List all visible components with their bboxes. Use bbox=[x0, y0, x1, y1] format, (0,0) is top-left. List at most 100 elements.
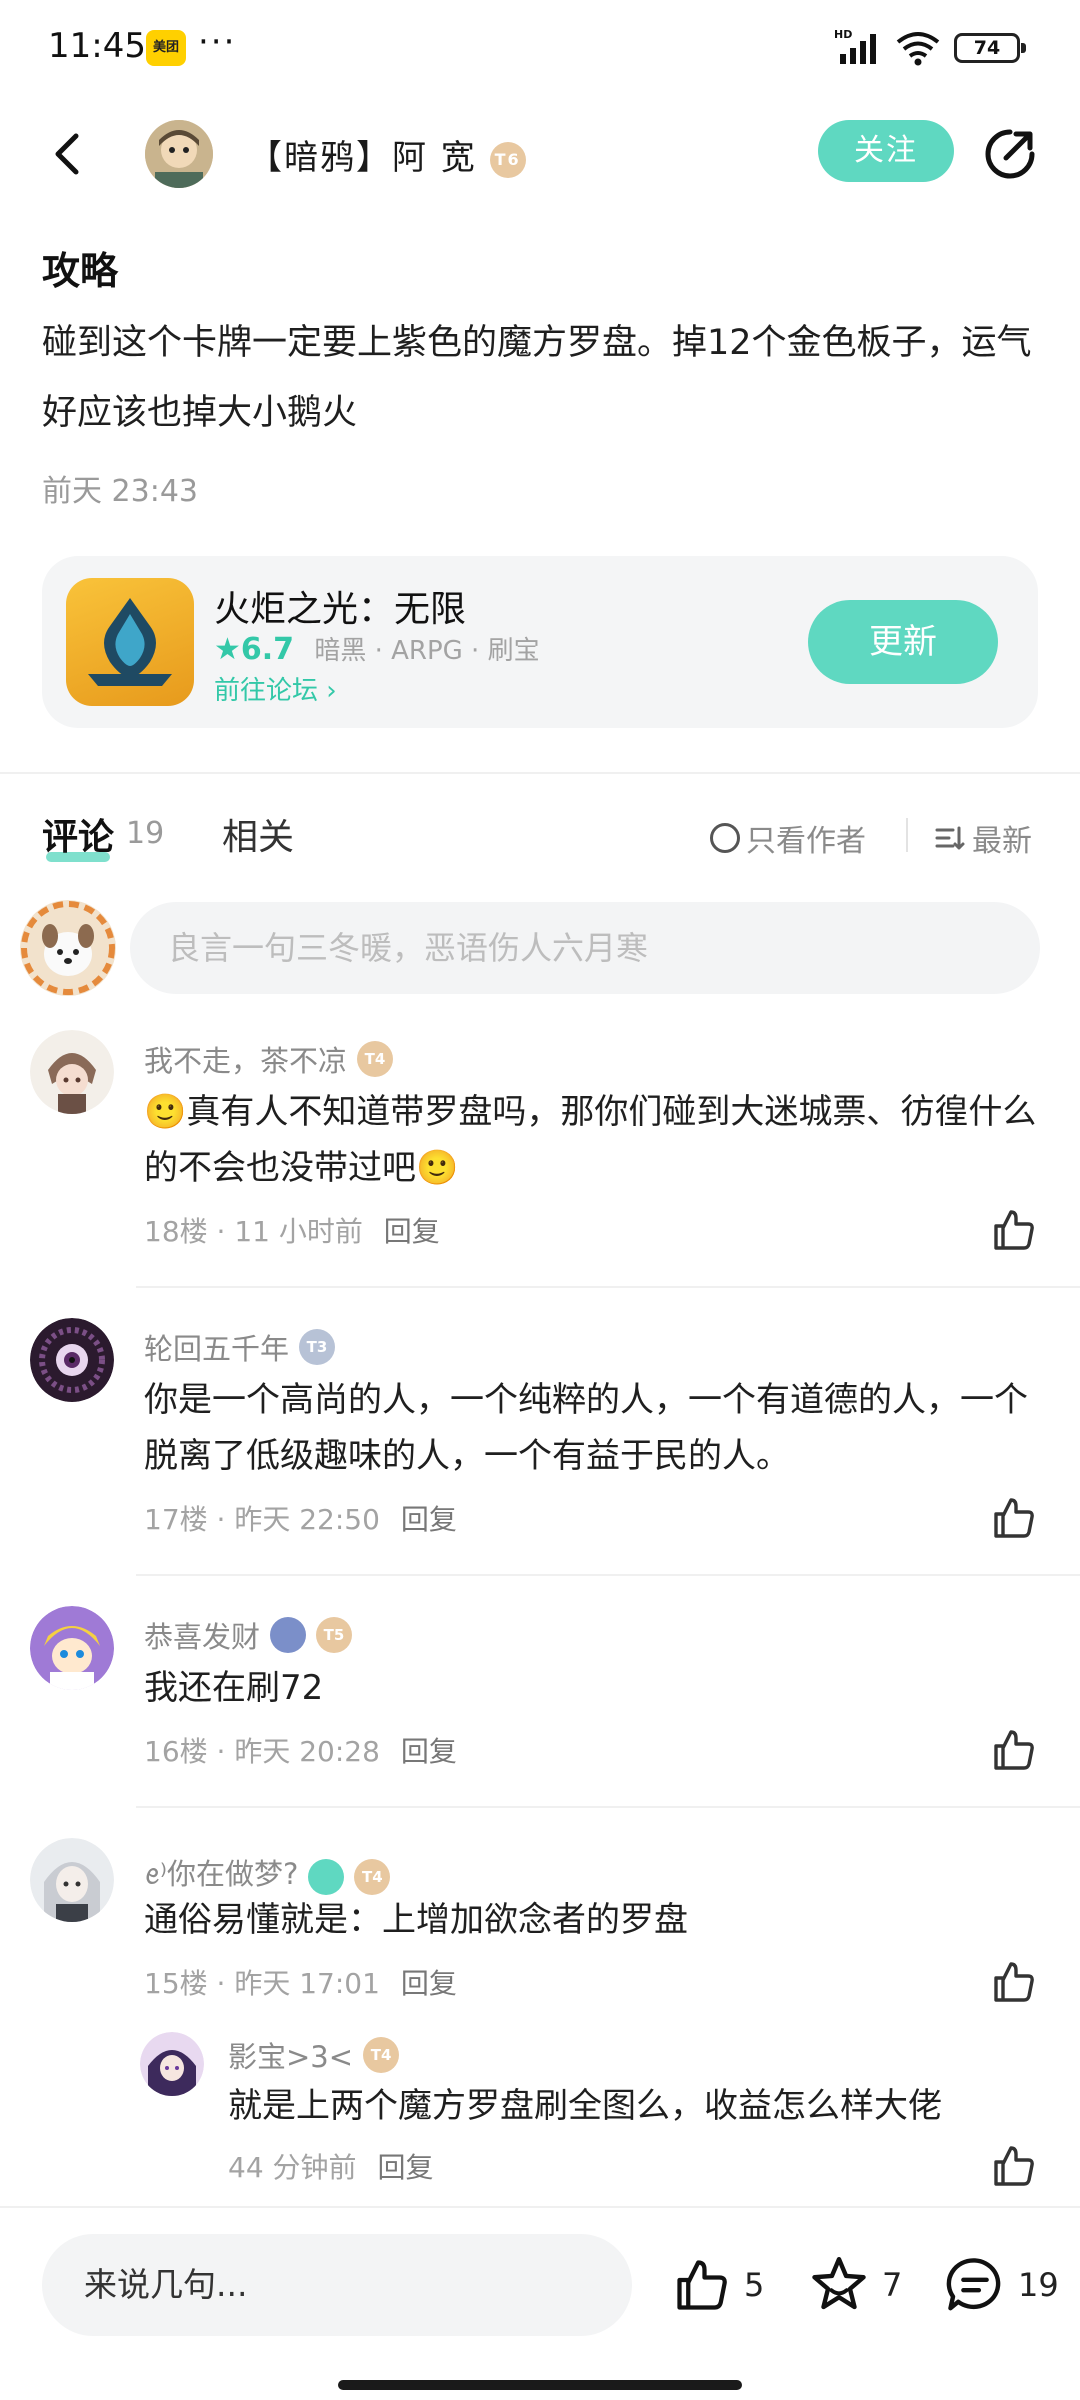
replier-avatar[interactable] bbox=[140, 2032, 204, 2096]
status-bar: 11:45 美团 ··· HD 74 bbox=[0, 0, 1080, 96]
author-name-text: 【暗鸦】阿 宽 bbox=[248, 138, 477, 178]
tab-comments-count: 19 bbox=[126, 816, 165, 851]
like-icon[interactable] bbox=[990, 1494, 1038, 1542]
my-avatar bbox=[20, 900, 116, 996]
like-count: 5 bbox=[744, 2266, 765, 2304]
commenter-name-text: 我不走，茶不凉 bbox=[144, 1044, 348, 1078]
reply-button[interactable]: 回复 bbox=[377, 2151, 433, 2184]
reply-button[interactable]: 回复 bbox=[401, 1503, 457, 1536]
sort-latest-button[interactable]: 最新 bbox=[934, 816, 1032, 860]
comment-floor-time: 15楼 · 昨天 17:01 bbox=[144, 1967, 380, 2000]
game-tags: 暗黑 · ARPG · 刷宝 bbox=[314, 636, 540, 666]
comment-text: 🙂真有人不知道带罗盘吗，那你们碰到大迷城票、彷徨什么的不会也没带过吧🙂 bbox=[144, 1092, 1037, 1188]
game-icon bbox=[66, 578, 194, 706]
star-icon bbox=[812, 2256, 866, 2310]
like-icon[interactable] bbox=[990, 1206, 1038, 1254]
tab-comments[interactable]: 评论 bbox=[42, 808, 114, 860]
section-divider bbox=[0, 772, 1080, 774]
reply-time: 44 分钟前 bbox=[228, 2151, 357, 2184]
comment-floor-time: 16楼 · 昨天 20:28 bbox=[144, 1735, 380, 1768]
hd-label: HD bbox=[834, 28, 853, 41]
comment-input[interactable] bbox=[130, 902, 1040, 994]
favorite-post-button[interactable]: 7 bbox=[808, 2252, 902, 2318]
follow-button[interactable]: 关注 bbox=[818, 120, 954, 182]
game-rating: ★6.7 bbox=[214, 632, 295, 667]
comment-item: 轮回五千年 T3 你是一个高尚的人，一个纯粹的人，一个有道德的人，一个脱离了低级… bbox=[0, 1318, 1080, 1578]
comment-count: 19 bbox=[1018, 2266, 1059, 2304]
level-badge: T4 bbox=[357, 1041, 394, 1077]
tab-separator bbox=[906, 818, 908, 852]
like-icon[interactable] bbox=[990, 1726, 1038, 1774]
update-button[interactable]: 更新 bbox=[808, 600, 998, 684]
comment-floor-time: 17楼 · 昨天 22:50 bbox=[144, 1503, 380, 1536]
meituan-app-icon: 美团 bbox=[146, 30, 186, 66]
only-author-toggle[interactable]: 只看作者 bbox=[710, 816, 866, 860]
status-time: 11:45 bbox=[48, 26, 146, 66]
say-something-input[interactable]: 来说几句... bbox=[42, 2234, 632, 2336]
battery-icon: 74 bbox=[954, 33, 1026, 63]
author-name[interactable]: 【暗鸦】阿 宽 T6 bbox=[248, 130, 526, 179]
replier-name-text: 影宝>3< bbox=[228, 2040, 354, 2074]
sub-reply-item: 影宝>3< T4 就是上两个魔方罗盘刷全图么，收益怎么样大佬 44 分钟前 回复 bbox=[0, 2030, 1080, 2200]
go-to-forum-link[interactable]: 前往论坛 › bbox=[214, 670, 337, 707]
comment-tabs: 评论 19 相关 只看作者 最新 bbox=[0, 804, 1080, 868]
status-indicators: HD 74 bbox=[834, 28, 1026, 68]
comment-divider bbox=[136, 1806, 1080, 1808]
commenter-name-text: 轮回五千年 bbox=[144, 1332, 290, 1366]
level-badge: T5 bbox=[316, 1617, 353, 1653]
status-more-icon: ··· bbox=[198, 22, 237, 62]
wifi-icon bbox=[896, 32, 940, 66]
thumbs-medal-icon bbox=[270, 1617, 307, 1653]
bottom-action-bar: 来说几句... 5 7 19 bbox=[0, 2206, 1080, 2400]
home-indicator[interactable] bbox=[338, 2380, 742, 2390]
author-level-badge: T6 bbox=[489, 141, 526, 178]
reply-button[interactable]: 回复 bbox=[384, 1215, 440, 1248]
comment-meta: 18楼 · 11 小时前 回复 bbox=[144, 1210, 440, 1250]
share-icon[interactable] bbox=[982, 126, 1038, 182]
post-tag: 攻略 bbox=[42, 249, 119, 293]
author-avatar[interactable] bbox=[145, 120, 213, 188]
commenter-name-text: 恭喜发财 bbox=[144, 1620, 261, 1654]
game-card[interactable]: 火炬之光：无限 ★6.7 暗黑 · ARPG · 刷宝 前往论坛 › 更新 bbox=[42, 556, 1038, 728]
like-post-button[interactable]: 5 bbox=[672, 2252, 764, 2318]
comment-meta: 16楼 · 昨天 20:28 回复 bbox=[144, 1730, 457, 1770]
comment-text: 通俗易懂就是：上增加欲念者的罗盘 bbox=[144, 1900, 688, 1940]
back-icon[interactable] bbox=[42, 126, 98, 182]
reply-button[interactable]: 回复 bbox=[401, 1967, 457, 2000]
commenter-name[interactable]: 恭喜发财 T5 bbox=[144, 1614, 353, 1656]
like-icon[interactable] bbox=[990, 1958, 1038, 2006]
comment-text: 你是一个高尚的人，一个纯粹的人，一个有道德的人，一个脱离了低级趣味的人，一个有益… bbox=[144, 1380, 1028, 1476]
reply-meta: 44 分钟前 回复 bbox=[228, 2146, 433, 2186]
commenter-avatar[interactable] bbox=[30, 1030, 114, 1114]
comment-divider bbox=[136, 1286, 1080, 1288]
level-badge: T4 bbox=[363, 2037, 400, 2073]
comment-meta: 15楼 · 昨天 17:01 回复 bbox=[144, 1962, 457, 2002]
tab-related[interactable]: 相关 bbox=[222, 808, 294, 860]
commenter-avatar[interactable] bbox=[30, 1318, 114, 1402]
post-body: 碰到这个卡牌一定要上紫色的魔方罗盘。掉12个金色板子，运气好应该也掉大小鹅火 bbox=[42, 323, 1032, 433]
reply-button[interactable]: 回复 bbox=[401, 1735, 457, 1768]
thumbs-up-icon bbox=[677, 2260, 727, 2310]
level-badge: T4 bbox=[354, 1858, 391, 1895]
like-icon[interactable] bbox=[990, 2142, 1038, 2190]
comment-post-button[interactable]: 19 bbox=[944, 2252, 1059, 2318]
comment-meta: 17楼 · 昨天 22:50 回复 bbox=[144, 1498, 457, 1538]
flame-medal-icon bbox=[308, 1858, 345, 1895]
comment-divider bbox=[136, 1574, 1080, 1576]
post-time: 前天 23:43 bbox=[42, 474, 198, 509]
comment-text: 我还在刷72 bbox=[144, 1668, 324, 1708]
comment-floor-time: 18楼 · 11 小时前 bbox=[144, 1215, 363, 1248]
sort-label: 最新 bbox=[972, 824, 1032, 859]
game-meta: ★6.7 暗黑 · ARPG · 刷宝 bbox=[214, 630, 540, 667]
comment-bubble-icon bbox=[946, 2258, 1001, 2311]
commenter-name[interactable]: 我不走，茶不凉 T4 bbox=[144, 1038, 394, 1080]
commenter-avatar[interactable] bbox=[30, 1606, 114, 1690]
only-author-label: 只看作者 bbox=[746, 824, 866, 859]
comment-item: 我不走，茶不凉 T4 🙂真有人不知道带罗盘吗，那你们碰到大迷城票、彷徨什么的不会… bbox=[0, 1030, 1080, 1290]
level-badge: T3 bbox=[299, 1329, 336, 1365]
commenter-avatar[interactable] bbox=[30, 1838, 114, 1922]
sort-icon bbox=[935, 826, 965, 850]
signal-icon: HD bbox=[834, 28, 882, 66]
commenter-name[interactable]: 轮回五千年 T3 bbox=[144, 1326, 336, 1368]
replier-name[interactable]: 影宝>3< T4 bbox=[228, 2034, 400, 2076]
